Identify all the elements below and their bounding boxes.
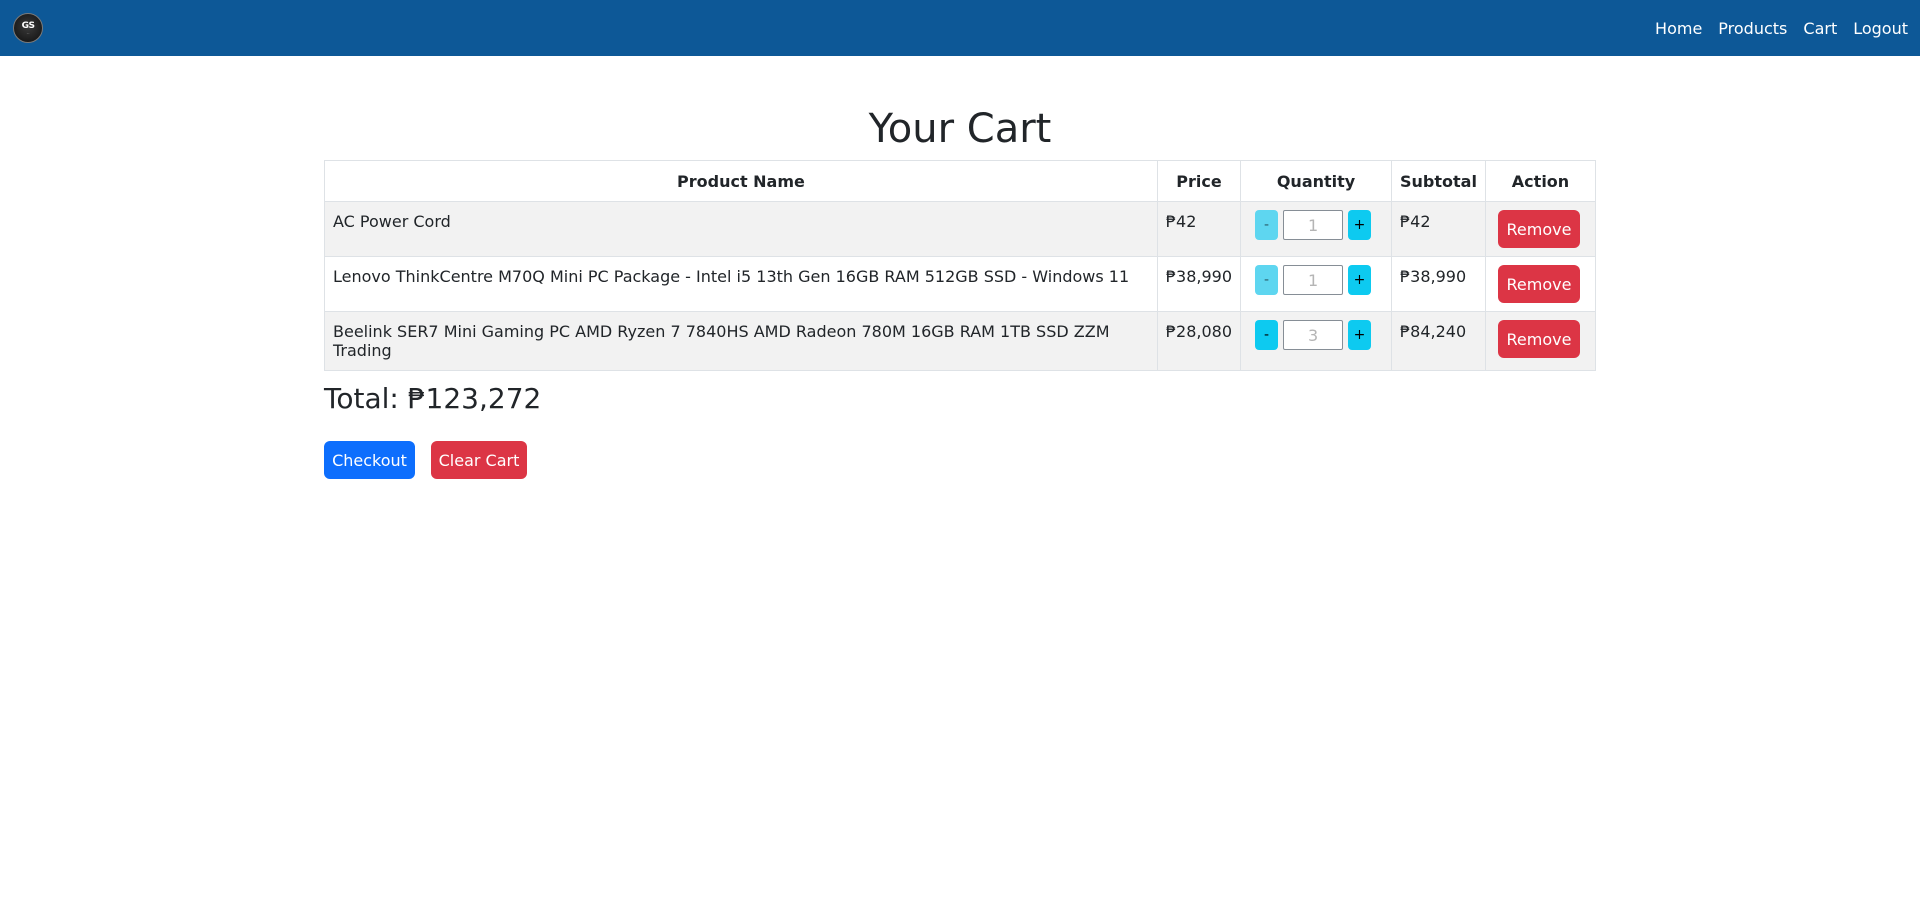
header-quantity: Quantity [1240,160,1392,202]
quantity-input[interactable] [1283,320,1344,350]
header-subtotal: Subtotal [1391,160,1486,202]
nav-link-products[interactable]: Products [1718,19,1787,38]
quantity-cell: - + [1240,311,1392,371]
navbar: GS ... Home Products Cart Logout [0,0,1920,56]
quantity-stepper: - + [1255,265,1383,295]
action-cell: Remove [1484,256,1597,312]
header-product-name: Product Name [324,160,1158,202]
action-cell: Remove [1484,201,1597,257]
cart-total: Total: ₱123,272 [324,382,542,415]
product-name-cell: AC Power Cord [324,201,1158,257]
quantity-input[interactable] [1283,210,1344,240]
product-name-cell: Lenovo ThinkCentre M70Q Mini PC Package … [324,256,1158,312]
table-row: Lenovo ThinkCentre M70Q Mini PC Package … [324,256,1597,312]
quantity-stepper: - + [1255,320,1383,350]
header-price: Price [1156,160,1242,202]
quantity-cell: - + [1240,201,1392,257]
table-row: AC Power Cord ₱42 - + ₱42 Remove [324,201,1597,257]
subtotal-cell: ₱38,990 [1391,256,1486,312]
quantity-stepper: - + [1255,210,1383,240]
nav-link-cart[interactable]: Cart [1803,19,1837,38]
decrement-button[interactable]: - [1255,265,1279,295]
price-cell: ₱42 [1156,201,1242,257]
action-cell: Remove [1484,311,1597,371]
subtotal-cell: ₱84,240 [1391,311,1486,371]
subtotal-cell: ₱42 [1391,201,1486,257]
page-title: Your Cart [868,106,1052,152]
nav-links: Home Products Cart Logout [1639,19,1908,38]
table-header-row: Product Name Price Quantity Subtotal Act… [324,160,1597,202]
quantity-input[interactable] [1283,265,1344,295]
nav-link-home[interactable]: Home [1655,19,1702,38]
remove-button[interactable]: Remove [1497,320,1580,358]
brand-logo[interactable]: GS ... [13,13,43,43]
remove-button[interactable]: Remove [1497,210,1580,248]
increment-button[interactable]: + [1348,210,1372,240]
decrement-button[interactable]: - [1255,210,1279,240]
decrement-button[interactable]: - [1255,320,1279,350]
logo-monogram: GS [21,20,35,31]
remove-button[interactable]: Remove [1497,265,1580,303]
increment-button[interactable]: + [1348,265,1372,295]
nav-link-logout[interactable]: Logout [1853,19,1908,38]
price-cell: ₱28,080 [1156,311,1242,371]
price-cell: ₱38,990 [1156,256,1242,312]
logo-tagline: ... [26,30,30,35]
quantity-cell: - + [1240,256,1392,312]
header-action: Action [1484,160,1597,202]
increment-button[interactable]: + [1348,320,1372,350]
table-row: Beelink SER7 Mini Gaming PC AMD Ryzen 7 … [324,311,1597,371]
cart-table: Product Name Price Quantity Subtotal Act… [324,160,1597,371]
product-name-cell: Beelink SER7 Mini Gaming PC AMD Ryzen 7 … [324,311,1158,371]
checkout-button[interactable]: Checkout [324,441,415,479]
clear-cart-button[interactable]: Clear Cart [431,441,527,479]
